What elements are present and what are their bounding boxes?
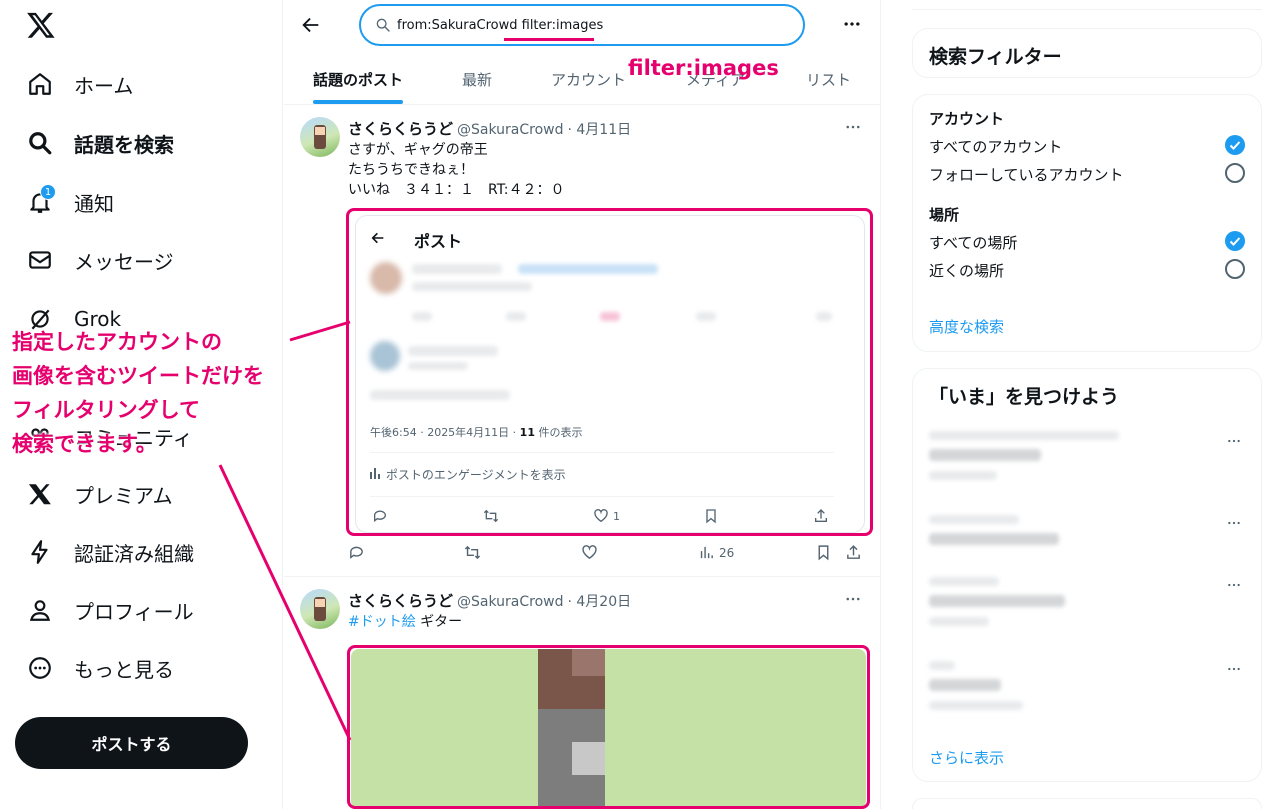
- post-text: #ドット絵 ギター: [348, 614, 463, 630]
- views-icon: [700, 546, 713, 559]
- nav-profile[interactable]: プロフィール: [26, 590, 194, 630]
- post-actions: 26: [348, 544, 868, 564]
- nav-verified-orgs[interactable]: 認証済み組織: [26, 532, 194, 572]
- filter-nearby[interactable]: 近くの場所: [929, 260, 1004, 281]
- filter-location-label: 場所: [929, 206, 960, 224]
- radio-nearby[interactable]: [1225, 259, 1245, 279]
- bolt-icon: [26, 538, 54, 566]
- nav-premium-label: プレミアム: [74, 483, 173, 508]
- views-count: 26: [719, 545, 735, 560]
- views-button[interactable]: 26: [698, 544, 734, 561]
- trend-item[interactable]: [929, 431, 1119, 440]
- hashtag-link[interactable]: #ドット絵: [348, 614, 416, 630]
- filter-title: 検索フィルター: [929, 46, 1062, 68]
- nav-explore-label: 話題を検索: [74, 132, 174, 157]
- avatar[interactable]: [300, 589, 340, 629]
- tab-accounts[interactable]: アカウント: [551, 53, 626, 105]
- radio-all-locations-checked[interactable]: [1225, 231, 1245, 251]
- notification-badge: 1: [40, 184, 56, 200]
- post-more-icon[interactable]: [844, 118, 864, 138]
- tab-top[interactable]: 話題のポスト: [313, 53, 403, 105]
- post-handle[interactable]: @SakuraCrowd: [457, 594, 563, 610]
- trend-more-icon[interactable]: [1226, 433, 1242, 449]
- post-more-icon[interactable]: [844, 590, 864, 610]
- post-text: さすが、ギャグの帝王 たちうちできねぇ！ いいね ３４１：１ RT:４２：０: [348, 142, 565, 198]
- filter-following-accounts[interactable]: フォローしているアカウント: [929, 164, 1124, 185]
- callout-annotation: 指定したアカウントの 画像を含むツイートだけを フィルタリングして 検索できます…: [12, 330, 264, 456]
- tab-lists[interactable]: リスト: [806, 53, 851, 105]
- highlight-box-post2: [347, 645, 870, 809]
- back-arrow-icon[interactable]: [300, 14, 322, 36]
- share-button[interactable]: [845, 544, 862, 561]
- advanced-search-link[interactable]: 高度な検索: [929, 316, 1004, 337]
- nav-premium[interactable]: プレミアム: [26, 474, 173, 514]
- reply-icon: [350, 546, 363, 559]
- bookmark-icon: [818, 545, 829, 561]
- nav-notifications[interactable]: 1 通知: [26, 182, 114, 222]
- show-more-link[interactable]: さらに表示: [929, 747, 1004, 768]
- trend-item[interactable]: [929, 661, 955, 670]
- x-logo-icon[interactable]: [26, 10, 56, 40]
- search-underline-annotation: [504, 38, 594, 41]
- filter-all-locations[interactable]: すべての場所: [929, 232, 1017, 253]
- filter-all-accounts[interactable]: すべてのアカウント: [929, 136, 1062, 157]
- nav-more[interactable]: もっと見る: [26, 648, 174, 688]
- nav-profile-label: プロフィール: [74, 599, 194, 624]
- search-query: from:SakuraCrowd filter:images: [397, 17, 604, 33]
- nav-verified-orgs-label: 認証済み組織: [74, 541, 194, 566]
- x-icon: [26, 480, 54, 508]
- more-options-icon[interactable]: [842, 14, 862, 34]
- person-icon: [26, 596, 54, 624]
- heart-icon: [582, 545, 597, 560]
- post-author-name[interactable]: さくらくらうど: [348, 118, 453, 139]
- post-date[interactable]: · 4月20日: [568, 591, 632, 611]
- trend-more-icon[interactable]: [1226, 515, 1242, 531]
- filter-account-label: アカウント: [929, 110, 1005, 128]
- nav-home-label: ホーム: [74, 73, 134, 98]
- home-icon: [26, 70, 54, 98]
- search-filter-card: アカウント すべてのアカウント フォローしているアカウント 場所 すべての場所 …: [912, 94, 1262, 352]
- nav-more-label: もっと見る: [74, 657, 174, 682]
- post-handle[interactable]: @SakuraCrowd: [457, 122, 563, 138]
- radio-following-accounts[interactable]: [1225, 163, 1245, 183]
- post-author-name[interactable]: さくらくらうど: [348, 590, 453, 611]
- nav-home[interactable]: ホーム: [26, 64, 133, 104]
- reply-button[interactable]: [348, 544, 365, 561]
- trends-title: 「いま」を見つけよう: [929, 386, 1120, 408]
- trend-item[interactable]: [929, 515, 1019, 524]
- like-button[interactable]: [581, 544, 598, 561]
- repost-button[interactable]: [464, 544, 481, 561]
- nav-messages[interactable]: メッセージ: [26, 240, 174, 280]
- trend-item[interactable]: [929, 577, 999, 586]
- trend-more-icon[interactable]: [1226, 577, 1242, 593]
- radio-all-accounts-checked[interactable]: [1225, 135, 1245, 155]
- trend-more-icon[interactable]: [1226, 661, 1242, 677]
- post-button[interactable]: ポストする: [15, 717, 248, 769]
- tab-latest[interactable]: 最新: [462, 53, 492, 105]
- search-filter-header-card: 検索フィルター: [912, 28, 1262, 78]
- avatar[interactable]: [300, 117, 340, 157]
- nav-messages-label: メッセージ: [74, 249, 174, 274]
- search-tabs: 話題のポスト 最新 アカウント メディア リスト: [284, 53, 881, 105]
- next-card: [912, 798, 1262, 809]
- active-tab-indicator: [313, 100, 403, 104]
- bell-icon: 1: [26, 184, 56, 216]
- trends-card: 「いま」を見つけよう さらに表示: [912, 368, 1262, 782]
- post-date[interactable]: · 4月11日: [568, 119, 632, 139]
- more-circle-icon: [26, 654, 54, 682]
- bookmark-button[interactable]: [815, 544, 832, 561]
- right-sidebar: 検索フィルター アカウント すべてのアカウント フォローしているアカウント 場所…: [881, 0, 1277, 809]
- share-icon: [847, 545, 860, 559]
- nav-notifications-label: 通知: [74, 191, 114, 216]
- highlight-box-post1: [346, 208, 873, 536]
- nav-explore[interactable]: 話題を検索: [26, 123, 174, 163]
- repost-icon: [464, 545, 481, 560]
- filter-label-annotation: filter:images: [628, 56, 779, 80]
- mail-icon: [26, 246, 54, 274]
- search-icon: [376, 18, 390, 32]
- search-icon: [26, 129, 54, 157]
